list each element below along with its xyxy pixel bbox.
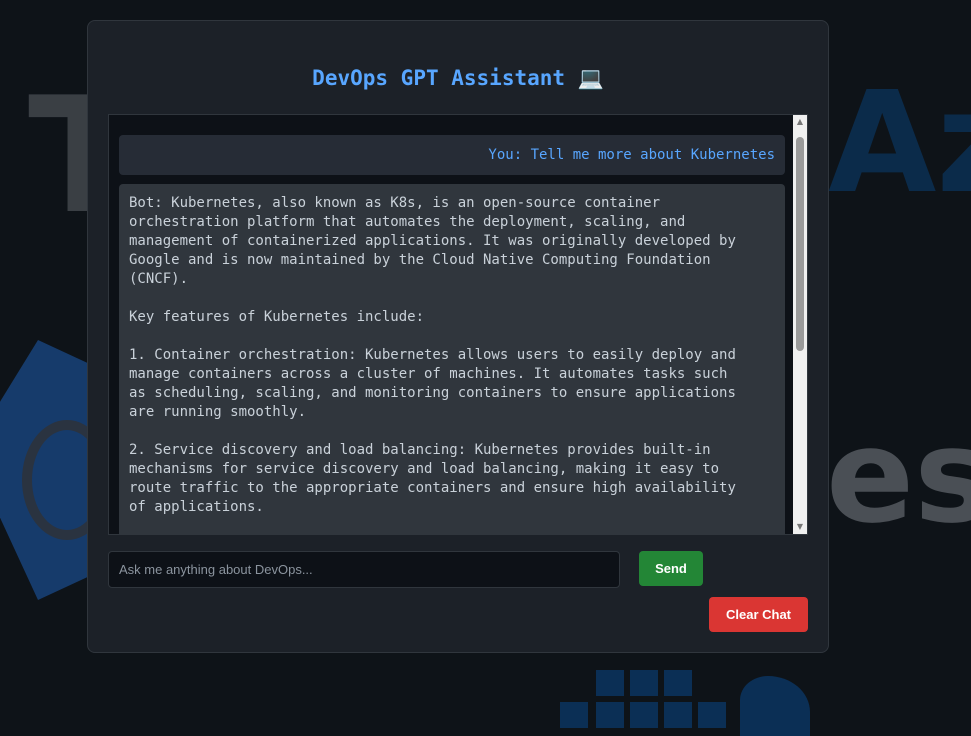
background-word-kubernetes: es (826, 400, 971, 552)
chat-input[interactable] (108, 551, 620, 588)
user-message: You: Tell me more about Kubernetes (119, 135, 785, 175)
chat-history[interactable]: You: Tell me more about Kubernetes Bot: … (108, 114, 808, 535)
docker-whale-tail-icon (740, 676, 810, 736)
background-word-right: Az (828, 62, 971, 225)
clear-chat-button[interactable]: Clear Chat (709, 597, 808, 632)
chat-messages: You: Tell me more about Kubernetes Bot: … (109, 115, 795, 534)
chat-panel: DevOps GPT Assistant 💻 You: Tell me more… (87, 20, 829, 653)
send-button[interactable]: Send (639, 551, 703, 586)
page-title: DevOps GPT Assistant 💻 (312, 66, 604, 90)
chat-scrollbar[interactable]: ▲ ▼ (793, 115, 807, 534)
scroll-down-arrow-icon[interactable]: ▼ (793, 520, 807, 534)
bot-message: Bot: Kubernetes, also known as K8s, is a… (119, 184, 785, 534)
scroll-up-arrow-icon[interactable]: ▲ (793, 115, 807, 129)
scrollbar-thumb[interactable] (796, 137, 804, 351)
